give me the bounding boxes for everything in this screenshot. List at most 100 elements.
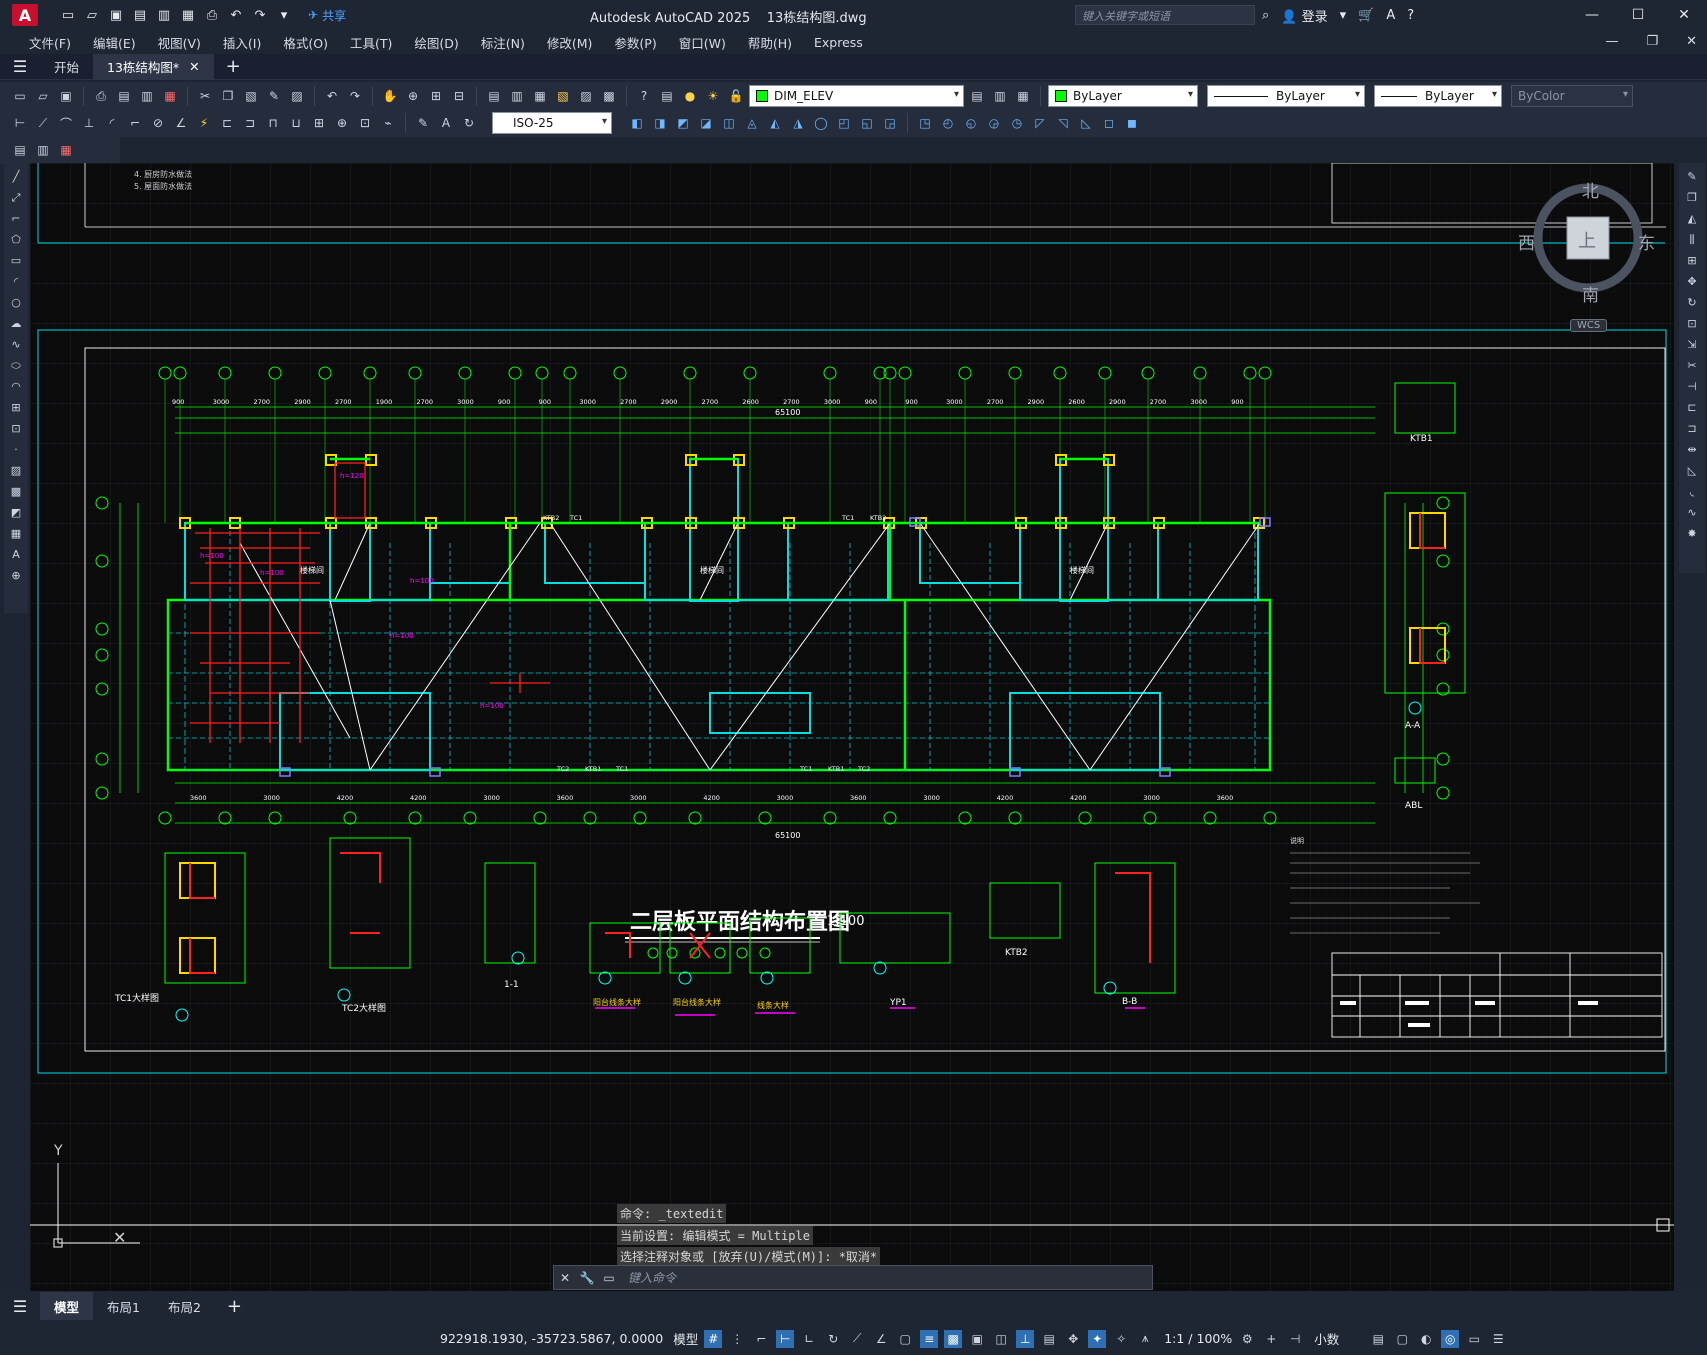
match-properties-icon[interactable]: ✎ (264, 86, 284, 106)
sheet-set-icon[interactable]: ▧ (553, 86, 573, 106)
customize-qat-icon[interactable]: ▾ (274, 5, 294, 25)
dim-text-edit-icon[interactable]: A (436, 113, 456, 133)
linetype-dropdown[interactable]: ByLayer ▾ (1207, 85, 1365, 107)
publish-3d-icon[interactable]: ▥ (33, 140, 53, 160)
object-snap-icon[interactable]: ▢ (896, 1330, 914, 1348)
intersect-icon[interactable]: ◵ (961, 113, 981, 133)
dim-edit-icon[interactable]: ✎ (413, 113, 433, 133)
design-center-icon[interactable]: ▥ (507, 86, 527, 106)
save-web-icon[interactable]: ▦ (178, 5, 198, 25)
infer-constraints-icon[interactable]: ⌐ (752, 1330, 770, 1348)
arc-length-icon[interactable]: ⌒ (56, 113, 76, 133)
viewcube-north[interactable]: 北 (1582, 177, 1599, 202)
extend-icon[interactable]: ⊣ (1683, 377, 1701, 396)
trim-icon[interactable]: ✂ (1683, 356, 1701, 375)
share-button[interactable]: ✈ 共享 (308, 7, 346, 24)
gizmo-icon[interactable]: ✥ (1064, 1330, 1082, 1348)
add-layout-button[interactable]: + (215, 1296, 254, 1317)
ordinate-dim-icon[interactable]: ⊥ (79, 113, 99, 133)
layer-states-icon[interactable]: ▦ (1013, 86, 1033, 106)
copy-object-icon[interactable]: ❐ (1683, 188, 1701, 207)
wcs-menu[interactable]: WCS (1570, 319, 1608, 332)
markup-icon[interactable]: ▨ (576, 86, 596, 106)
annotation-monitor-icon[interactable]: + (1262, 1330, 1280, 1348)
angular-dim-icon[interactable]: ∠ (171, 113, 191, 133)
spline-icon[interactable]: ∿ (7, 335, 25, 354)
make-block-icon[interactable]: ⊡ (7, 419, 25, 438)
revcloud-icon[interactable]: ☁ (7, 314, 25, 333)
presspull-icon[interactable]: ◲ (880, 113, 900, 133)
tolerance-icon[interactable]: ⊞ (309, 113, 329, 133)
zoom-previous-icon[interactable]: ⊟ (449, 86, 469, 106)
zoom-realtime-icon[interactable]: ⊕ (403, 86, 423, 106)
union-icon[interactable]: ◳ (915, 113, 935, 133)
baseline-dim-icon[interactable]: ⊏ (217, 113, 237, 133)
save-as-icon[interactable]: ▤ (130, 5, 150, 25)
circle-icon[interactable]: ○ (7, 293, 25, 312)
revolve-icon[interactable]: ◯ (811, 113, 831, 133)
imprint-icon[interactable]: ◻ (1099, 113, 1119, 133)
help-icon[interactable]: ? (634, 86, 654, 106)
maximize-icon[interactable]: ☐ (1615, 0, 1661, 30)
offset-icon[interactable]: ⫼ (1683, 230, 1701, 249)
shell-icon[interactable]: ◺ (1076, 113, 1096, 133)
redo-icon[interactable]: ↷ (250, 5, 270, 25)
menu-view[interactable]: 视图(V) (147, 33, 212, 52)
publish-icon[interactable]: ▥ (137, 86, 157, 106)
annotation-visibility-icon[interactable]: ✦ (1088, 1329, 1107, 1348)
tab-layout1[interactable]: 布局1 (93, 1292, 154, 1320)
linear-dim-icon[interactable]: ⊢ (10, 113, 30, 133)
chevron-down-icon[interactable]: ▾ (1340, 8, 1347, 23)
fillet-icon[interactable]: ◟ (1683, 482, 1701, 501)
customize-command-icon[interactable]: 🔧 (576, 1271, 598, 1285)
menu-parameters[interactable]: 参数(P) (603, 33, 667, 52)
break-dim-icon[interactable]: ⊔ (286, 113, 306, 133)
print-icon[interactable]: ⎙ (202, 5, 222, 25)
sphere-icon[interactable]: ◪ (696, 113, 716, 133)
arc-icon[interactable]: ◜ (7, 272, 25, 291)
close-command-icon[interactable]: ✕ (554, 1271, 576, 1285)
menu-format[interactable]: 格式(O) (272, 33, 339, 52)
annotation-scale-dropdown[interactable]: 1:1 / 100% (1164, 1331, 1232, 1346)
model-space-button[interactable]: 模型 (673, 1329, 698, 1348)
subtract-icon[interactable]: ◴ (938, 113, 958, 133)
loft-icon[interactable]: ◱ (857, 113, 877, 133)
wedge-icon[interactable]: ◨ (650, 113, 670, 133)
inspect-icon[interactable]: ⊡ (355, 113, 375, 133)
grid-icon[interactable]: # (704, 1329, 723, 1348)
open-icon[interactable]: ▱ (33, 86, 53, 106)
menu-insert[interactable]: 插入(I) (212, 33, 272, 52)
hatch-icon[interactable]: ▨ (7, 461, 25, 480)
undo-icon[interactable]: ↶ (226, 5, 246, 25)
layer-lock-icon[interactable]: 🔓 (726, 86, 746, 106)
close-icon[interactable]: ✕ (1661, 0, 1707, 30)
drawing-svg[interactable]: 4. 厨房防水做法 5. 屋面防水做法 65100 900 3000 2700 290… (30, 163, 1674, 1291)
menu-file[interactable]: 文件(F) (18, 33, 82, 52)
menu-help[interactable]: 帮助(H) (737, 33, 803, 52)
minimize-icon[interactable]: — (1569, 0, 1615, 30)
command-input[interactable]: 键入命令 (628, 1269, 676, 1286)
viewcube-top[interactable]: 上 (1578, 227, 1596, 253)
chamfer-icon[interactable]: ◺ (1683, 461, 1701, 480)
cone-icon[interactable]: ◩ (673, 113, 693, 133)
tab-start[interactable]: 开始 (40, 54, 93, 80)
jogged-dim-icon[interactable]: ⌐ (125, 113, 145, 133)
paste-icon[interactable]: ▧ (241, 86, 261, 106)
add-selected-icon[interactable]: ⊕ (7, 566, 25, 585)
move-icon[interactable]: ✥ (1683, 272, 1701, 291)
dwf-icon[interactable]: ▦ (160, 86, 180, 106)
hardware-accel-icon[interactable]: ◎ (1441, 1329, 1460, 1348)
quick-properties-icon[interactable]: ▤ (1369, 1330, 1387, 1348)
center-mark-icon[interactable]: ⊕ (332, 113, 352, 133)
join-icon[interactable]: ⇹ (1683, 440, 1701, 459)
tool-palettes-icon[interactable]: ▦ (530, 86, 550, 106)
doc-minimize-icon[interactable]: — (1605, 34, 1618, 49)
tab-layout2[interactable]: 布局2 (154, 1292, 215, 1320)
make-current-icon[interactable]: ▤ (967, 86, 987, 106)
scale-icon[interactable]: ⊡ (1683, 314, 1701, 333)
save-icon[interactable]: ▣ (106, 5, 126, 25)
menu-window[interactable]: 窗口(W) (668, 33, 737, 52)
thicken-icon[interactable]: ◹ (1053, 113, 1073, 133)
cylinder-icon[interactable]: ◫ (719, 113, 739, 133)
annotation-scale-icon[interactable]: ⩚ (1136, 1330, 1154, 1348)
